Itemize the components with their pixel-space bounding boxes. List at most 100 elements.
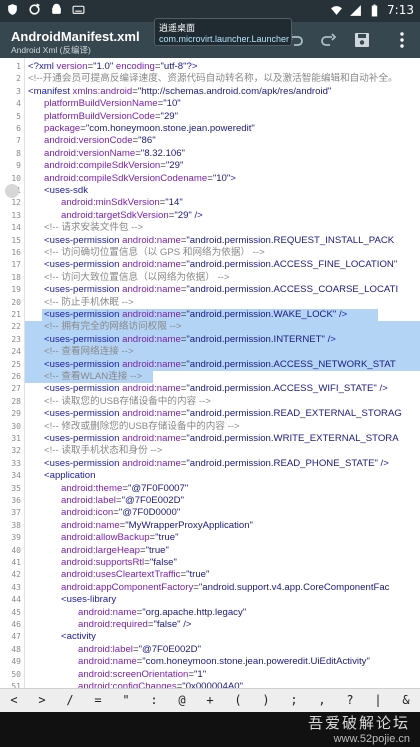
code-token: android:allowBackup xyxy=(61,532,150,544)
code-line[interactable]: 32 <!-- 读取手机状态和身份 --> xyxy=(0,445,420,457)
symbol-key[interactable]: + xyxy=(200,693,220,707)
code-line[interactable]: 19 <uses-permission android:name="android… xyxy=(0,284,420,296)
line-number: 29 xyxy=(11,409,21,419)
code-text: <!-- 读取手机状态和身份 --> xyxy=(44,445,162,457)
fold-icon[interactable] xyxy=(5,184,19,198)
code-line[interactable]: 36 android:label="@7F0E002D" xyxy=(0,495,420,507)
code-line[interactable]: 22 <!-- 拥有完全的网络访问权限 --> xyxy=(11,321,420,334)
code-line[interactable]: 41 android:supportsRtl="false" xyxy=(0,557,420,569)
code-line[interactable]: 6 package="com.honeymoon.stone.jean.power… xyxy=(0,123,420,135)
symbol-key[interactable]: , xyxy=(312,693,332,707)
code-text: <uses-permission android:name="android.p… xyxy=(44,383,388,395)
code-line[interactable]: 23 <uses-permission android:name="android… xyxy=(11,333,420,347)
code-line[interactable]: 38 android:name="MyWrapperProxyApplicatio… xyxy=(0,520,420,532)
more-vert-icon[interactable] xyxy=(392,30,412,50)
code-token: android:name xyxy=(78,606,137,618)
code-token: android:label xyxy=(61,495,116,506)
code-line[interactable]: 44 <uses-library xyxy=(0,594,420,606)
symbol-key[interactable]: & xyxy=(396,693,416,707)
symbol-key[interactable]: ; xyxy=(284,693,304,707)
code-token: android:icon xyxy=(61,507,114,519)
code-line[interactable]: 45 android:name="org.apache.http.legacy" xyxy=(0,607,420,619)
code-line[interactable]: 15 <uses-permission android:name="android… xyxy=(0,235,420,247)
code-line[interactable]: 24 <!-- 查看网络连接 --> xyxy=(11,346,420,359)
code-token: "0x000004A0" xyxy=(182,681,243,688)
code-token: "http://schemas.android.com/apk/res/andr… xyxy=(137,85,332,97)
redo-icon[interactable] xyxy=(318,30,338,50)
symbol-key[interactable]: ? xyxy=(340,693,360,707)
code-line[interactable]: 47 <activity xyxy=(0,631,420,643)
symbol-key[interactable]: ) xyxy=(256,693,276,707)
symbol-key[interactable]: = xyxy=(88,693,108,707)
code-line[interactable]: 18 <!-- 访问大致位置信息（以网络为依据） --> xyxy=(0,272,420,284)
code-line[interactable]: 10 android:compileSdkVersionCodename="10"… xyxy=(0,173,420,185)
code-line[interactable]: 27 <uses-permission android:name="android… xyxy=(0,383,420,395)
code-line[interactable]: 34 <application xyxy=(0,470,420,482)
code-line[interactable]: 49 android:name="com.honeymoon.stone.jean… xyxy=(0,656,420,668)
code-token: "@7F0E002D" xyxy=(121,495,184,506)
code-line[interactable]: 12 android:minSdkVersion="14" xyxy=(0,197,420,209)
symbol-key[interactable]: " xyxy=(116,693,136,707)
code-line[interactable]: 42 android:usesCleartextTraffic="true" xyxy=(0,569,420,581)
code-line[interactable]: 17 <uses-permission android:name="android… xyxy=(0,259,420,271)
code-line[interactable]: 21 <uses-permission android:name="android… xyxy=(11,309,378,322)
code-line[interactable]: 14 <!-- 请求安装文件包 --> xyxy=(0,222,420,234)
code-line[interactable]: 39 android:allowBackup="true" xyxy=(0,532,420,544)
code-token: version xyxy=(56,61,88,72)
code-token: <?xml xyxy=(28,61,57,72)
code-line[interactable]: 16 <!-- 访问确切位置信息（以 GPS 和网络为依据） --> xyxy=(0,247,420,259)
symbol-key[interactable]: / xyxy=(60,693,80,707)
code-line[interactable]: 28 <!-- 读取您的USB存储设备中的内容 --> xyxy=(0,396,420,408)
code-line[interactable]: 4 platformBuildVersionName="10" xyxy=(0,98,420,110)
code-line[interactable]: 31 <uses-permission android:name="android… xyxy=(0,433,420,445)
code-token: <uses-sdk xyxy=(44,185,88,196)
code-line[interactable]: 7 android:versionCode="86" xyxy=(0,135,420,147)
symbol-key[interactable]: < xyxy=(4,693,24,707)
code-line[interactable]: 13 android:targetSdkVersion="29" /> xyxy=(0,210,420,222)
code-line[interactable]: 25 <uses-permission android:name="android… xyxy=(11,358,420,371)
code-line[interactable]: 40 android:largeHeap="true" xyxy=(0,545,420,557)
code-token: "android.permission.WAKE_LOCK" xyxy=(186,309,339,320)
code-line[interactable]: 48 android:label="@7F0E002D" xyxy=(0,644,420,656)
code-token: "true" xyxy=(186,569,210,581)
symbol-key[interactable]: : xyxy=(144,693,164,707)
code-line[interactable]: 30 <!-- 修改或删除您的USB存储设备中的内容 --> xyxy=(0,421,420,433)
code-line[interactable]: 37 android:icon="@7F0D0000" xyxy=(0,507,420,519)
code-line[interactable]: 26 <!-- 查看WLAN连接 --> xyxy=(11,371,153,384)
code-line[interactable]: 43 android:appComponentFactory="android.s… xyxy=(0,582,420,594)
symbol-key[interactable]: | xyxy=(368,693,388,707)
code-line[interactable]: 51 android:configChanges="0x000004A0" xyxy=(0,681,420,688)
line-number: 16 xyxy=(11,248,21,257)
code-token: "false" xyxy=(153,619,184,630)
code-line[interactable]: 20 <!-- 防止手机休眠 --> xyxy=(0,297,420,309)
code-token: android:largeHeap xyxy=(61,544,140,556)
code-text: android:minSdkVersion="14" xyxy=(61,197,183,209)
symbol-key[interactable]: > xyxy=(32,693,52,707)
code-line[interactable]: 29 <uses-permission android:name="android… xyxy=(0,408,420,420)
code-line[interactable]: 3 <manifest xmlns:android="http://schemas… xyxy=(0,86,420,98)
code-line[interactable]: 9 android:compileSdkVersion="29" xyxy=(0,160,420,172)
code-line[interactable]: 35 android:theme="@7F0F0007" xyxy=(0,483,420,495)
code-token: android:name xyxy=(122,408,181,420)
code-token: platformBuildVersionCode xyxy=(44,110,155,122)
code-line[interactable]: 1 <?xml version="1.0" encoding="utf-8"?> xyxy=(0,61,420,73)
symbol-key[interactable]: @ xyxy=(172,693,192,707)
code-line[interactable]: 8 android:versionName="8.32.106" xyxy=(0,148,420,160)
symbol-key[interactable]: ( xyxy=(228,693,248,707)
code-editor[interactable]: 1 <?xml version="1.0" encoding="utf-8"?> 2… xyxy=(0,58,420,688)
code-line[interactable]: 50 android:screenOrientation="1" xyxy=(0,669,420,681)
code-line[interactable]: 46 android:required="false" /> xyxy=(0,619,420,631)
code-token: "86" xyxy=(138,135,156,147)
code-line[interactable]: 2 <!--开通会员可提高反编译速度、资源代码自动转名称，以及激活智能编辑和自动补… xyxy=(0,73,420,85)
code-line[interactable]: 5 platformBuildVersionCode="29" xyxy=(0,111,420,123)
line-number: 27 xyxy=(11,384,21,394)
code-line[interactable]: 11<uses-sdk xyxy=(0,185,420,197)
code-token: android:versionCode xyxy=(44,135,133,147)
code-line[interactable]: 33 <uses-permission android:name="android… xyxy=(0,458,420,470)
code-token: android:usesCleartextTraffic xyxy=(61,569,181,581)
code-token: android:name xyxy=(122,333,181,345)
code-token: <!--开通会员可提高反编译速度、资源代码自动转名称，以及激活智能编辑和自动补全… xyxy=(28,73,398,85)
code-token: <uses-permission xyxy=(44,383,123,395)
save-icon[interactable] xyxy=(352,30,372,50)
line-number: 46 xyxy=(11,620,21,629)
